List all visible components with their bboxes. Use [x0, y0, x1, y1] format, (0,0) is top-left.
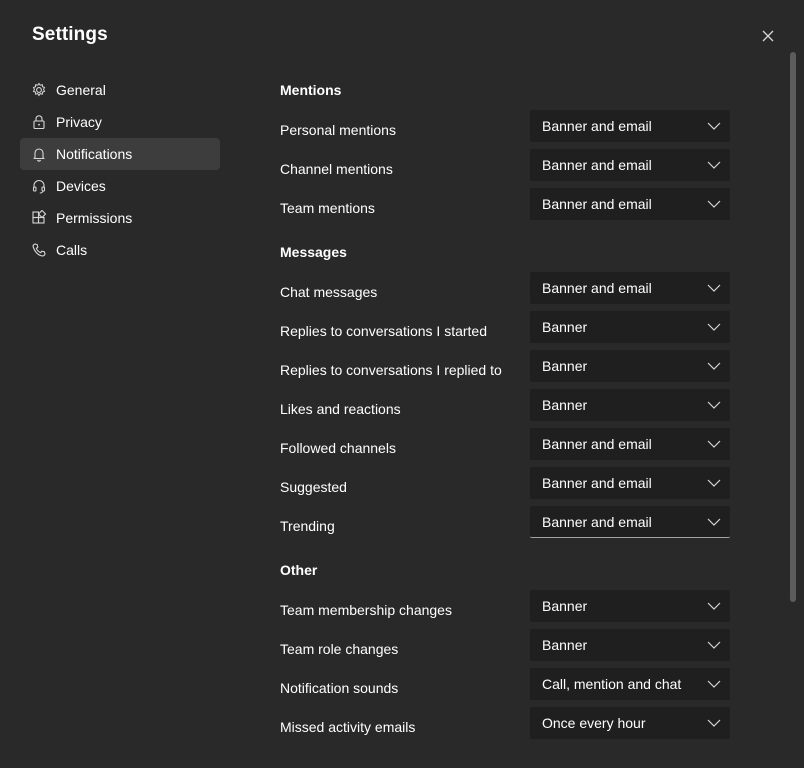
- chevron-down-icon: [707, 284, 721, 292]
- dropdown-value: Banner: [542, 397, 588, 413]
- dropdown-value: Banner and email: [542, 118, 652, 134]
- row-label-replies-started: Replies to conversations I started: [280, 323, 487, 339]
- trending-dropdown[interactable]: Banner and email: [530, 506, 730, 538]
- chevron-down-icon: [707, 122, 721, 130]
- row-label-missed-activity: Missed activity emails: [280, 719, 416, 735]
- followed-channels-dropdown[interactable]: Banner and email: [530, 428, 730, 460]
- nav-item-general[interactable]: General: [20, 74, 220, 106]
- chevron-down-icon: [707, 362, 721, 370]
- row-label-replies-replied: Replies to conversations I replied to: [280, 362, 502, 378]
- dropdown-value: Banner: [542, 358, 588, 374]
- bell-icon: [30, 145, 48, 163]
- section-title-other: Other: [280, 562, 318, 578]
- nav-item-label: Privacy: [56, 114, 102, 130]
- row-label-channel-mentions: Channel mentions: [280, 161, 393, 177]
- row-label-notification-sounds: Notification sounds: [280, 680, 399, 696]
- likes-reactions-dropdown[interactable]: Banner: [530, 389, 730, 421]
- suggested-dropdown[interactable]: Banner and email: [530, 467, 730, 499]
- nav-item-label: Devices: [56, 178, 106, 194]
- row-label-trending: Trending: [280, 518, 335, 534]
- team-role-dropdown[interactable]: Banner: [530, 629, 730, 661]
- notifications-settings: Mentions Personal mentions Banner and em…: [280, 0, 740, 768]
- row-label-team-role: Team role changes: [280, 641, 399, 657]
- page-title: Settings: [32, 24, 108, 45]
- chevron-down-icon: [707, 518, 721, 526]
- nav-item-privacy[interactable]: Privacy: [20, 106, 220, 138]
- channel-mentions-dropdown[interactable]: Banner and email: [530, 149, 730, 181]
- row-label-followed-channels: Followed channels: [280, 440, 396, 456]
- dropdown-value: Banner and email: [542, 475, 652, 491]
- notification-sounds-dropdown[interactable]: Call, mention and chat: [530, 668, 730, 700]
- section-title-mentions: Mentions: [280, 82, 342, 98]
- row-label-personal-mentions: Personal mentions: [280, 122, 396, 138]
- chevron-down-icon: [707, 719, 721, 727]
- chevron-down-icon: [707, 200, 721, 208]
- nav-item-calls[interactable]: Calls: [20, 234, 220, 266]
- gear-icon: [30, 81, 48, 99]
- headset-icon: [30, 177, 48, 195]
- row-label-likes-reactions: Likes and reactions: [280, 401, 401, 417]
- dropdown-value: Banner: [542, 319, 588, 335]
- chevron-down-icon: [707, 440, 721, 448]
- replies-started-dropdown[interactable]: Banner: [530, 311, 730, 343]
- nav-item-label: Notifications: [56, 146, 133, 162]
- nav-item-permissions[interactable]: Permissions: [20, 202, 220, 234]
- dropdown-value: Once every hour: [542, 715, 646, 731]
- team-mentions-dropdown[interactable]: Banner and email: [530, 188, 730, 220]
- nav-item-label: Permissions: [56, 210, 133, 226]
- chevron-down-icon: [707, 602, 721, 610]
- nav-item-notifications[interactable]: Notifications: [20, 138, 220, 170]
- personal-mentions-dropdown[interactable]: Banner and email: [530, 110, 730, 142]
- chevron-down-icon: [707, 323, 721, 331]
- team-membership-dropdown[interactable]: Banner: [530, 590, 730, 622]
- row-label-team-mentions: Team mentions: [280, 200, 375, 216]
- dropdown-value: Banner and email: [542, 513, 652, 530]
- dropdown-value: Banner and email: [542, 436, 652, 452]
- chevron-down-icon: [707, 680, 721, 688]
- chevron-down-icon: [707, 401, 721, 409]
- chevron-down-icon: [707, 161, 721, 169]
- nav-item-devices[interactable]: Devices: [20, 170, 220, 202]
- grid-icon: [30, 209, 48, 227]
- close-button[interactable]: [758, 26, 778, 46]
- row-label-chat-messages: Chat messages: [280, 284, 378, 300]
- row-label-suggested: Suggested: [280, 479, 347, 495]
- nav-item-label: Calls: [56, 242, 88, 258]
- dropdown-value: Banner: [542, 598, 588, 614]
- dropdown-value: Banner: [542, 637, 588, 653]
- row-label-team-membership: Team membership changes: [280, 602, 452, 618]
- nav-item-label: General: [56, 82, 106, 98]
- chevron-down-icon: [707, 479, 721, 487]
- scrollbar[interactable]: [790, 52, 796, 602]
- dropdown-value: Banner and email: [542, 280, 652, 296]
- section-title-messages: Messages: [280, 244, 347, 260]
- chat-messages-dropdown[interactable]: Banner and email: [530, 272, 730, 304]
- chevron-down-icon: [707, 641, 721, 649]
- close-icon: [762, 30, 774, 42]
- missed-activity-dropdown[interactable]: Once every hour: [530, 707, 730, 739]
- replies-replied-dropdown[interactable]: Banner: [530, 350, 730, 382]
- dropdown-value: Banner and email: [542, 196, 652, 212]
- dropdown-value: Banner and email: [542, 157, 652, 173]
- lock-icon: [30, 113, 48, 131]
- settings-nav: General Privacy Notifications Devices Pe…: [20, 74, 220, 266]
- dropdown-value: Call, mention and chat: [542, 676, 682, 692]
- phone-icon: [30, 241, 48, 259]
